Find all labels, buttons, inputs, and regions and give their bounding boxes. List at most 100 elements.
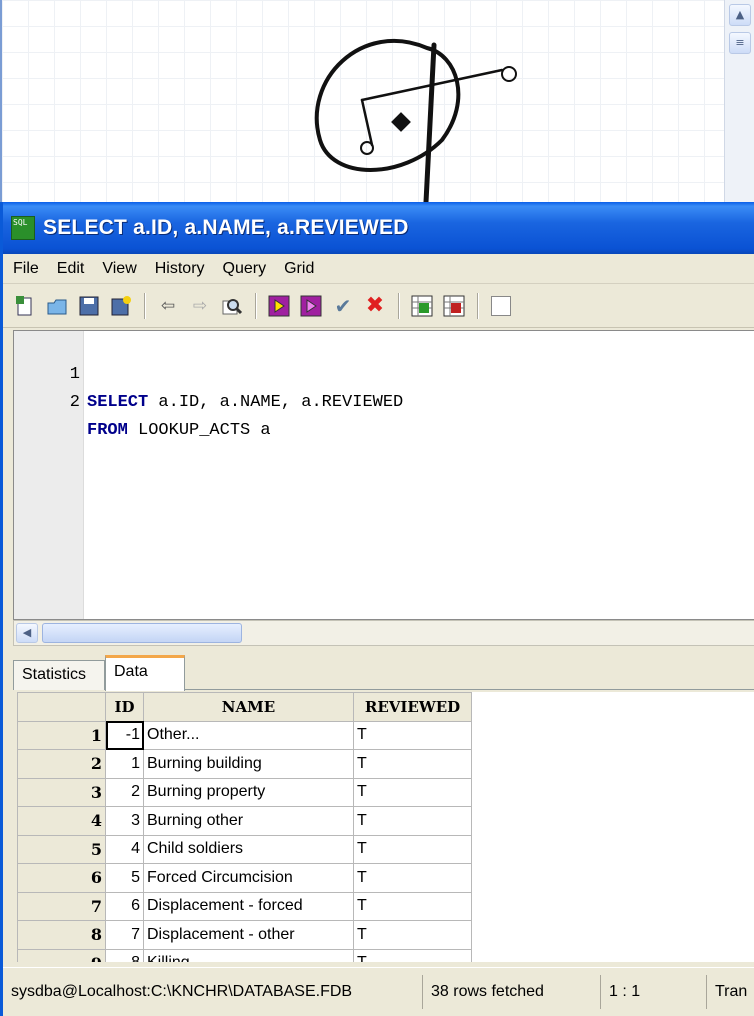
sql-text: LOOKUP_ACTS a	[127, 421, 271, 440]
cell-id[interactable]: 7	[105, 920, 144, 950]
cell-name[interactable]: Burning other	[143, 806, 354, 836]
status-transaction: Tran	[715, 983, 748, 1000]
cell-id[interactable]: 8	[105, 948, 144, 962]
menu-query[interactable]: Query	[223, 260, 267, 278]
cell-name[interactable]: Forced Circumcision	[143, 863, 354, 893]
cell-reviewed[interactable]: T	[353, 920, 472, 950]
sql-editor[interactable]: 1 SELECT a.ID, a.NAME, a.REVIEWED 2 FROM…	[13, 330, 754, 620]
rollback-icon[interactable]: ✖	[361, 292, 389, 320]
cell-name[interactable]: Displacement - forced	[143, 891, 354, 921]
scroll-thumb[interactable]: ≡	[729, 32, 751, 54]
cell-reviewed[interactable]: T	[353, 749, 472, 779]
cell-name[interactable]: Killing	[143, 948, 354, 962]
screen: { "window": { "title": "SELECT a.ID, a.N…	[0, 0, 754, 1016]
new-query-icon[interactable]	[11, 292, 39, 320]
cell-name[interactable]: Displacement - other	[143, 920, 354, 950]
open-icon[interactable]	[43, 292, 71, 320]
sql-text: a.ID, a.NAME, a.REVIEWED	[148, 393, 404, 412]
code-line: 1 SELECT a.ID, a.NAME, a.REVIEWED	[14, 333, 754, 412]
grid-add-icon[interactable]	[408, 292, 436, 320]
table-row[interactable]: 8 7 Displacement - other T	[17, 920, 472, 950]
line-number: 2	[69, 393, 80, 412]
status-connection: sysdba@Localhost:C:\KNCHR\DATABASE.FDB	[3, 975, 423, 1009]
column-header-name[interactable]: NAME	[143, 692, 354, 722]
menu-file[interactable]: File	[13, 260, 39, 278]
menu-grid[interactable]: Grid	[284, 260, 314, 278]
background-vertical-scrollbar[interactable]: ▲ ≡	[724, 0, 754, 202]
menu-view[interactable]: View	[102, 260, 136, 278]
column-header-id[interactable]: ID	[105, 692, 144, 722]
save-icon[interactable]	[75, 292, 103, 320]
cell-reviewed[interactable]: T	[353, 863, 472, 893]
save-all-icon[interactable]	[107, 292, 135, 320]
forward-icon[interactable]: ⇨	[186, 292, 214, 320]
table-row[interactable]: 7 6 Displacement - forced T	[17, 891, 472, 921]
cell-reviewed[interactable]: T	[353, 777, 472, 807]
table-row[interactable]: 5 4 Child soldiers T	[17, 834, 472, 864]
scroll-up-icon[interactable]: ▲	[729, 4, 751, 26]
cell-name[interactable]: Other...	[143, 720, 354, 750]
row-number: 7	[17, 891, 106, 921]
row-number: 2	[17, 749, 106, 779]
tab-statistics[interactable]: Statistics	[13, 660, 105, 690]
status-bar: sysdba@Localhost:C:\KNCHR\DATABASE.FDB 3…	[3, 967, 754, 1016]
grid-delete-icon[interactable]	[440, 292, 468, 320]
table-row[interactable]: 2 1 Burning building T	[17, 749, 472, 779]
cell-id[interactable]: 3	[105, 806, 144, 836]
back-icon[interactable]: ⇦	[154, 292, 182, 320]
row-number: 3	[17, 777, 106, 807]
table-row[interactable]: 6 5 Forced Circumcision T	[17, 863, 472, 893]
grid-header-row: ID NAME REVIEWED	[17, 692, 472, 722]
cell-name[interactable]: Child soldiers	[143, 834, 354, 864]
scroll-thumb[interactable]	[42, 623, 242, 643]
toolbar: ⇦ ⇨ ✔ ✖	[3, 284, 754, 328]
cell-id[interactable]: -1	[105, 720, 144, 750]
cell-id[interactable]: 1	[105, 749, 144, 779]
commit-icon[interactable]: ✔	[329, 292, 357, 320]
cell-reviewed[interactable]: T	[353, 891, 472, 921]
cell-id[interactable]: 5	[105, 863, 144, 893]
result-tabs: Statistics Data	[13, 654, 754, 691]
cell-reviewed[interactable]: T	[353, 834, 472, 864]
status-cursor-position: 1 : 1	[601, 975, 707, 1009]
code-line: 2 FROM LOOKUP_ACTS a	[14, 361, 754, 440]
execute-icon[interactable]	[265, 292, 293, 320]
tab-data[interactable]: Data	[105, 655, 185, 691]
table-row[interactable]: 3 2 Burning property T	[17, 777, 472, 807]
cell-name[interactable]: Burning building	[143, 749, 354, 779]
title-bar[interactable]: SQL SELECT a.ID, a.NAME, a.REVIEWED	[3, 202, 754, 254]
panel-icon[interactable]	[487, 292, 515, 320]
execute-step-icon[interactable]	[297, 292, 325, 320]
cell-id[interactable]: 6	[105, 891, 144, 921]
status-rows-fetched: 38 rows fetched	[423, 975, 601, 1009]
toolbar-separator	[255, 292, 256, 319]
data-grid[interactable]: ID NAME REVIEWED 1 -1 Other... T 2 1 Bur…	[17, 692, 754, 962]
cell-name[interactable]: Burning property	[143, 777, 354, 807]
row-number: 5	[17, 834, 106, 864]
table-row[interactable]: 4 3 Burning other T	[17, 806, 472, 836]
cell-reviewed[interactable]: T	[353, 948, 472, 962]
sql-keyword: FROM	[87, 421, 128, 440]
cell-id[interactable]: 4	[105, 834, 144, 864]
cell-reviewed[interactable]: T	[353, 806, 472, 836]
editor-horizontal-scrollbar[interactable]: ◀	[13, 620, 754, 646]
find-icon[interactable]	[218, 292, 246, 320]
menu-edit[interactable]: Edit	[57, 260, 85, 278]
window-title: SELECT a.ID, a.NAME, a.REVIEWED	[43, 216, 409, 239]
scroll-left-icon[interactable]: ◀	[16, 623, 38, 643]
row-number: 1	[17, 720, 106, 750]
row-number: 9	[17, 948, 106, 962]
cell-id[interactable]: 2	[105, 777, 144, 807]
menu-history[interactable]: History	[155, 260, 205, 278]
column-header-reviewed[interactable]: REVIEWED	[353, 692, 472, 722]
table-row[interactable]: 1 -1 Other... T	[17, 720, 472, 750]
row-indicator-header	[17, 692, 106, 722]
sql-keyword: SELECT	[87, 393, 149, 412]
background-canvas: ▲ ≡	[0, 0, 754, 202]
cell-reviewed[interactable]: T	[353, 720, 472, 750]
row-number: 6	[17, 863, 106, 893]
logo-graphic	[314, 39, 517, 202]
toolbar-separator	[398, 292, 399, 319]
row-number: 4	[17, 806, 106, 836]
table-row[interactable]: 9 8 Killing T	[17, 948, 472, 962]
